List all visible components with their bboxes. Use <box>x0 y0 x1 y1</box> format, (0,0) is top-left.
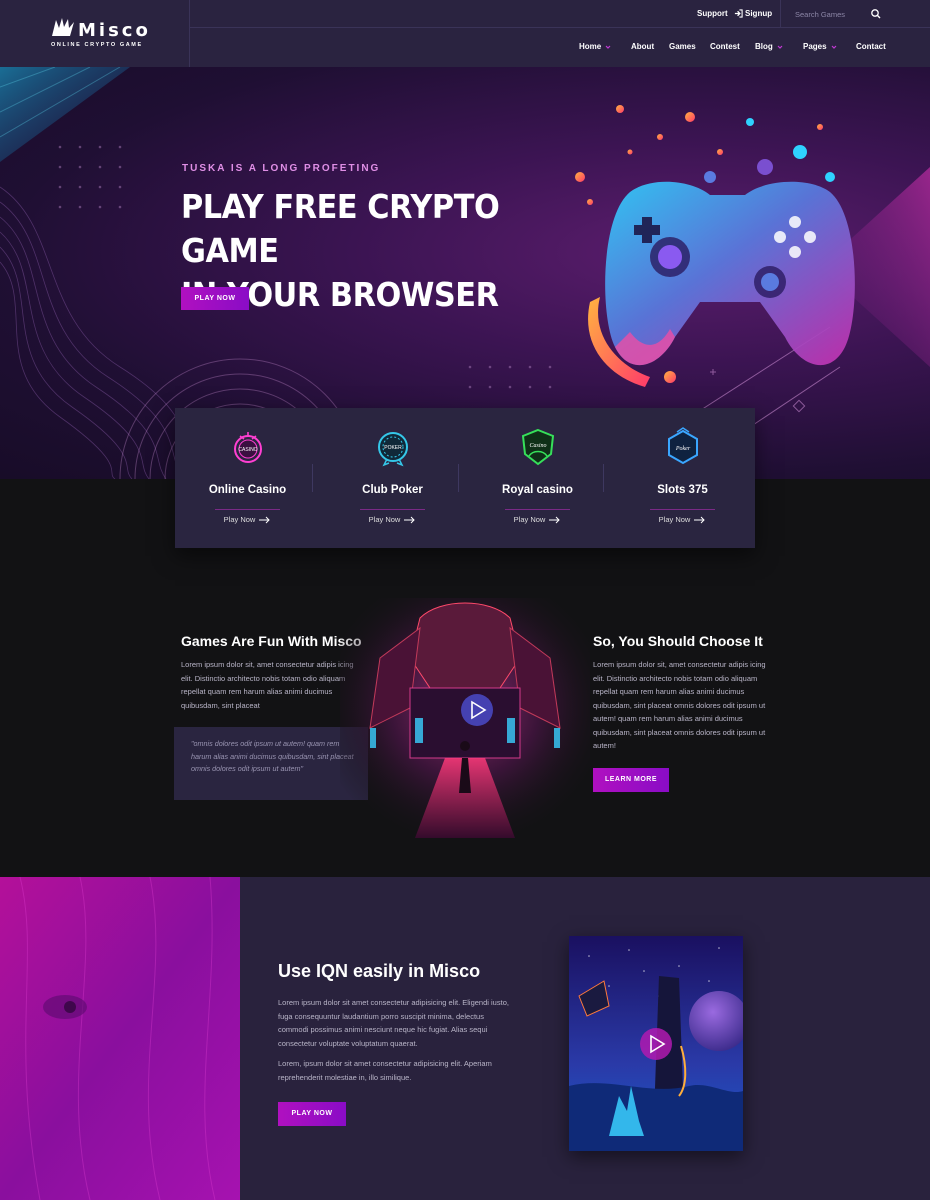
search-icon[interactable] <box>870 8 882 20</box>
main-nav: Home About Games Contest Blog Pages Cont… <box>190 28 930 67</box>
planet-video-thumbnail[interactable] <box>569 936 743 1151</box>
iqn-section-title: Use IQN easily in Misco <box>278 961 481 981</box>
logo[interactable]: Misco ONLINE CRYPTO GAME <box>0 0 190 67</box>
iqn-section: Use IQN easily in Misco Lorem ipsum dolo… <box>0 877 930 1200</box>
hero-subtitle: TUSKA IS A LONG PROFETING <box>182 163 381 174</box>
feature-divider-line <box>360 509 425 510</box>
royal-casino-icon: Casino <box>521 428 555 466</box>
feature-separator <box>312 464 313 492</box>
feature-name: Slots 375 <box>657 484 708 496</box>
brand-name: Misco <box>78 20 151 41</box>
site-header: Misco ONLINE CRYPTO GAME Support Signup … <box>0 0 930 67</box>
feature-play-link[interactable]: Play Now <box>610 515 755 524</box>
club-poker-icon: POKER <box>378 432 408 467</box>
learn-more-button[interactable]: LEARN MORE <box>593 768 669 792</box>
iqn-play-now-button[interactable]: PLAY NOW <box>278 1102 346 1126</box>
temple-video-thumbnail[interactable] <box>340 598 590 838</box>
planet-play-button[interactable] <box>640 1028 672 1060</box>
poker-badge-text: POKER <box>384 445 402 451</box>
arrow-right-icon <box>404 516 416 524</box>
info-right-title: So, You Should Choose It <box>593 633 763 649</box>
nav-item-pages[interactable]: Pages <box>803 42 837 51</box>
nav-item-home[interactable]: Home <box>579 42 611 51</box>
feature-divider-line <box>505 509 570 510</box>
nav-item-contact[interactable]: Contact <box>856 42 886 51</box>
chevron-down-icon <box>831 45 837 49</box>
slots-icon: Poker <box>668 427 698 465</box>
support-link[interactable]: Support <box>697 9 728 18</box>
search-box <box>780 0 930 28</box>
play-video-button[interactable] <box>461 694 493 726</box>
nav-label: Home <box>579 42 602 51</box>
logo-wing-icon <box>52 18 74 36</box>
play-now-label: Play Now <box>223 515 256 524</box>
play-now-label: Play Now <box>513 515 546 524</box>
feature-royal-casino[interactable]: Casino Royal casino Play Now <box>465 408 610 548</box>
casino-icon: CASINO <box>234 432 262 463</box>
chevron-down-icon <box>605 45 611 49</box>
feature-play-link[interactable]: Play Now <box>465 515 610 524</box>
arrow-right-icon <box>549 516 561 524</box>
feature-play-link[interactable]: Play Now <box>320 515 465 524</box>
nav-label: Pages <box>803 42 827 51</box>
feature-play-link[interactable]: Play Now <box>175 515 320 524</box>
feature-club-poker[interactable]: POKER Club Poker Play Now <box>320 408 465 548</box>
slots-badge-text: Poker <box>675 446 691 452</box>
signup-icon <box>734 9 743 18</box>
nav-item-games[interactable]: Games <box>669 42 696 51</box>
feature-separator <box>603 464 604 492</box>
info-left-title: Games Are Fun With Misco <box>181 633 362 649</box>
arrow-right-icon <box>259 516 271 524</box>
hero-play-now-button[interactable]: PLAY NOW <box>181 287 249 310</box>
feature-slots[interactable]: Poker Slots 375 Play Now <box>610 408 755 548</box>
feature-divider-line <box>215 509 280 510</box>
gamepad-illustration <box>575 105 855 387</box>
nav-label: Blog <box>755 42 773 51</box>
hero-title-line-1: PLAY FREE CRYPTO GAME <box>181 187 500 270</box>
signup-link[interactable]: Signup <box>745 9 772 18</box>
iqn-paragraph-2: Lorem, ipsum dolor sit amet consectetur … <box>278 1059 492 1082</box>
search-input[interactable] <box>795 7 900 21</box>
casino-badge-text: CASINO <box>238 447 257 453</box>
info-right-text: Lorem ipsum dolor sit, amet consectetur … <box>593 660 766 750</box>
feature-name: Online Casino <box>208 484 287 496</box>
quote-box: "omnis dolores odit ipsum ut autem! quam… <box>174 727 368 800</box>
nav-item-about[interactable]: About <box>631 42 654 51</box>
arrow-right-icon <box>694 516 706 524</box>
info-left-text: Lorem ipsum dolor sit, amet consectetur … <box>181 660 354 710</box>
magenta-art-panel <box>0 877 240 1200</box>
top-bar: Support Signup <box>190 0 930 28</box>
nav-item-blog[interactable]: Blog <box>755 42 783 51</box>
iqn-paragraph-1: Lorem ipsum dolor sit amet consectetur a… <box>278 998 509 1048</box>
play-now-label: Play Now <box>368 515 401 524</box>
feature-online-casino[interactable]: CASINO Online Casino Play Now <box>175 408 320 548</box>
feature-divider-line <box>650 509 715 510</box>
feature-name: Royal casino <box>502 484 573 496</box>
feature-name: Club Poker <box>362 484 423 496</box>
royal-badge-text: Casino <box>529 443 546 449</box>
play-now-label: Play Now <box>658 515 691 524</box>
chevron-down-icon <box>777 45 783 49</box>
feature-separator <box>458 464 459 492</box>
quote-text: "omnis dolores odit ipsum ut autem! quam… <box>191 739 354 773</box>
game-categories-card: CASINO Online Casino Play Now POKER Club… <box>175 408 755 548</box>
brand-tagline: ONLINE CRYPTO GAME <box>51 42 143 48</box>
nav-item-contest[interactable]: Contest <box>710 42 740 51</box>
